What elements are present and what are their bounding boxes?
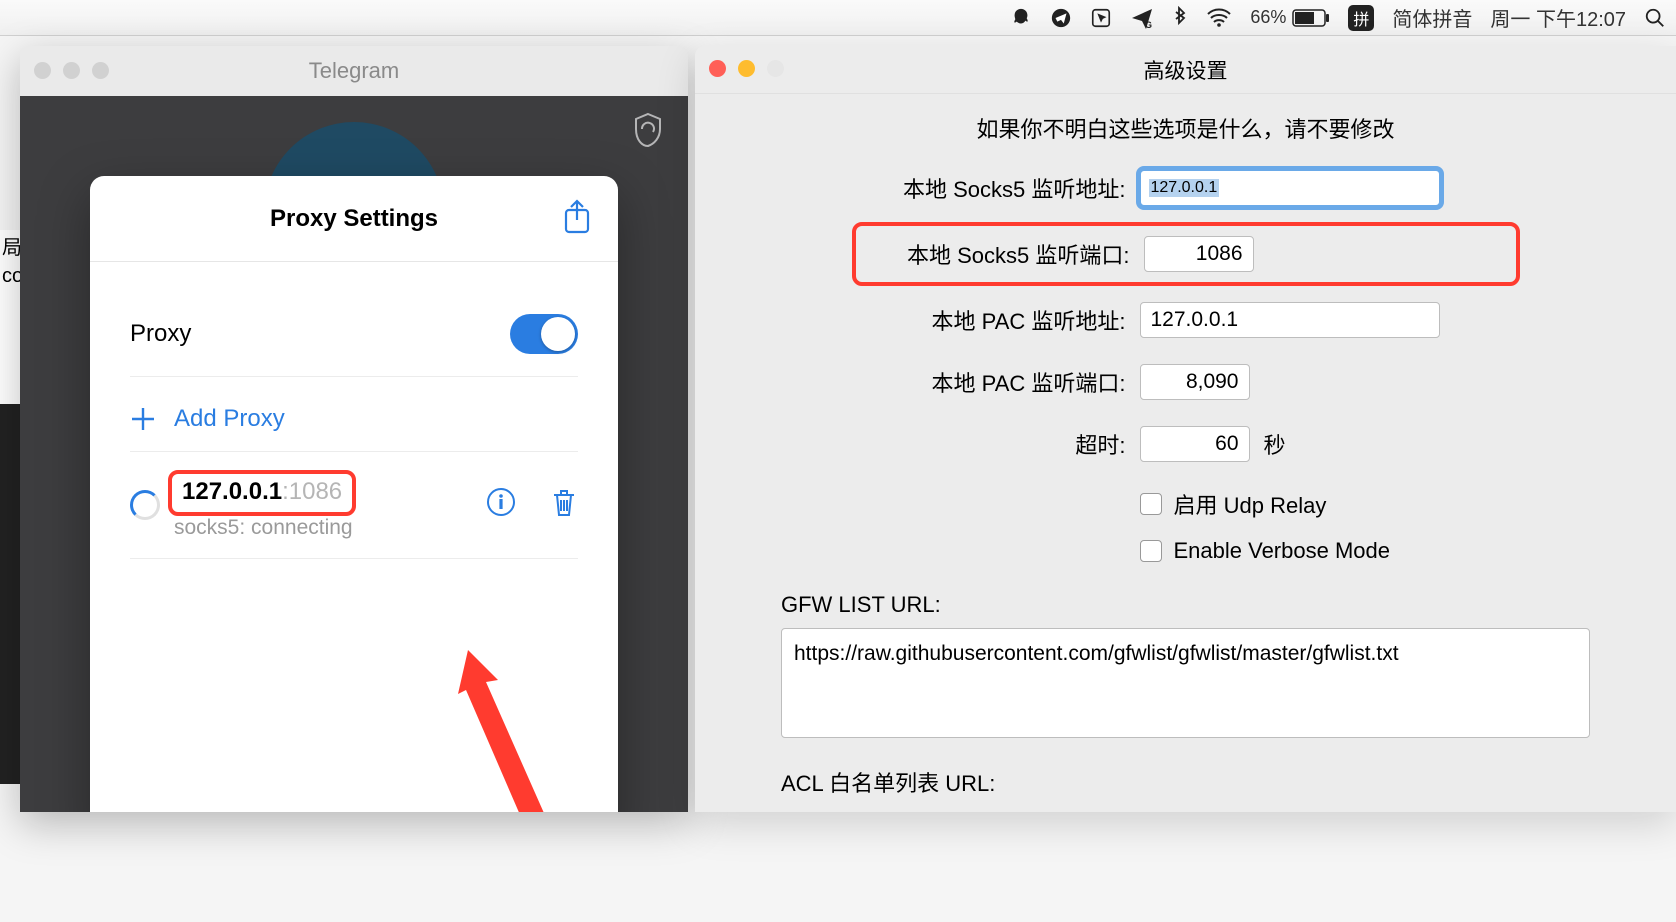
timeout-suffix: 秒 xyxy=(1264,428,1286,460)
socks-address-label: 本地 Socks5 监听地址: xyxy=(866,172,1126,204)
proxy-label: Proxy xyxy=(130,320,191,348)
info-icon[interactable] xyxy=(486,487,516,524)
gfw-url-label: GFW LIST URL: xyxy=(781,592,1676,618)
proxy-settings-sheet: Proxy Settings Proxy Add Proxy xyxy=(90,176,618,812)
proxy-host: 127.0.0.1 xyxy=(182,478,282,505)
timeout-row: 超时: 秒 xyxy=(866,426,1506,462)
udp-relay-checkbox[interactable] xyxy=(1140,493,1162,515)
verbose-checkbox[interactable] xyxy=(1140,540,1162,562)
minimize-dot-inactive[interactable] xyxy=(63,62,80,79)
socks-port-input[interactable] xyxy=(1144,236,1254,272)
add-proxy-button[interactable]: Add Proxy xyxy=(130,377,578,452)
telegram-status-icon[interactable] xyxy=(1050,7,1072,29)
trash-icon[interactable] xyxy=(550,487,578,524)
advanced-titlebar[interactable]: 高级设置 xyxy=(695,46,1676,94)
socks-address-input[interactable]: 127.0.0.1 xyxy=(1140,170,1440,206)
pac-address-input[interactable] xyxy=(1140,302,1440,338)
shield-icon[interactable] xyxy=(632,112,664,153)
zoom-dot-disabled xyxy=(767,60,784,77)
clock[interactable]: 周一 下午12:07 xyxy=(1490,3,1626,32)
acl-url-label: ACL 白名单列表 URL: xyxy=(781,766,1676,798)
pac-port-label: 本地 PAC 监听端口: xyxy=(866,366,1126,398)
proxy-address-highlight: 127.0.0.1:1086 xyxy=(168,470,356,516)
advanced-settings-window: 高级设置 如果你不明白这些选项是什么，请不要修改 本地 Socks5 监听地址:… xyxy=(695,46,1676,812)
pac-address-label: 本地 PAC 监听地址: xyxy=(866,304,1126,336)
socks-port-label: 本地 Socks5 监听端口: xyxy=(870,238,1130,270)
svg-text:G: G xyxy=(1145,20,1152,30)
warning-text: 如果你不明白这些选项是什么，请不要修改 xyxy=(695,94,1676,170)
battery-indicator[interactable]: 66% xyxy=(1250,7,1330,28)
send-icon[interactable]: G xyxy=(1130,6,1154,30)
proxy-switch[interactable] xyxy=(510,314,578,354)
share-button[interactable] xyxy=(562,198,592,241)
pac-address-row: 本地 PAC 监听地址: xyxy=(866,302,1506,338)
proxy-toggle-row: Proxy xyxy=(130,292,578,377)
close-dot-inactive[interactable] xyxy=(34,62,51,79)
menubar: G 66% 拼 简体拼音 周一 下午12:07 xyxy=(0,0,1676,36)
minimize-dot[interactable] xyxy=(738,60,755,77)
plus-icon xyxy=(130,406,156,432)
qq-icon[interactable] xyxy=(1010,7,1032,29)
annotation-arrow xyxy=(458,650,598,812)
pac-port-row: 本地 PAC 监听端口: xyxy=(866,364,1506,400)
cursor-box-icon[interactable] xyxy=(1090,7,1112,29)
bluetooth-icon[interactable] xyxy=(1172,6,1188,30)
verbose-label: Enable Verbose Mode xyxy=(1174,538,1391,564)
verbose-row[interactable]: Enable Verbose Mode xyxy=(1140,538,1506,564)
connecting-spinner-icon xyxy=(130,490,160,520)
telegram-window: Telegram Proxy Settings Proxy xyxy=(20,46,688,812)
timeout-label: 超时: xyxy=(866,428,1126,460)
close-dot[interactable] xyxy=(709,60,726,77)
advanced-form: 本地 Socks5 监听地址: 127.0.0.1 本地 Socks5 监听端口… xyxy=(866,170,1506,564)
ime-badge[interactable]: 拼 xyxy=(1348,5,1374,31)
proxy-port: :1086 xyxy=(282,478,342,505)
gfw-url-textarea[interactable]: https://raw.githubusercontent.com/gfwlis… xyxy=(781,628,1590,738)
battery-percent: 66% xyxy=(1250,7,1286,28)
udp-relay-row[interactable]: 启用 Udp Relay xyxy=(1140,488,1506,520)
ime-label[interactable]: 简体拼音 xyxy=(1392,3,1472,32)
pac-port-input[interactable] xyxy=(1140,364,1250,400)
socks-port-highlight: 本地 Socks5 监听端口: xyxy=(852,222,1520,286)
sheet-title: Proxy Settings xyxy=(270,205,438,233)
wifi-icon[interactable] xyxy=(1206,8,1232,28)
search-icon[interactable] xyxy=(1644,7,1666,29)
zoom-dot-inactive[interactable] xyxy=(92,62,109,79)
proxy-entry[interactable]: 127.0.0.1:1086 socks5: connecting xyxy=(130,452,578,559)
add-proxy-label: Add Proxy xyxy=(174,405,285,433)
telegram-titlebar[interactable]: Telegram xyxy=(20,46,688,96)
advanced-title: 高级设置 xyxy=(695,55,1676,85)
udp-relay-label: 启用 Udp Relay xyxy=(1174,488,1327,520)
timeout-input[interactable] xyxy=(1140,426,1250,462)
proxy-status: socks5: connecting xyxy=(174,516,472,540)
telegram-title: Telegram xyxy=(20,58,688,84)
socks-address-row: 本地 Socks5 监听地址: 127.0.0.1 xyxy=(866,170,1506,206)
